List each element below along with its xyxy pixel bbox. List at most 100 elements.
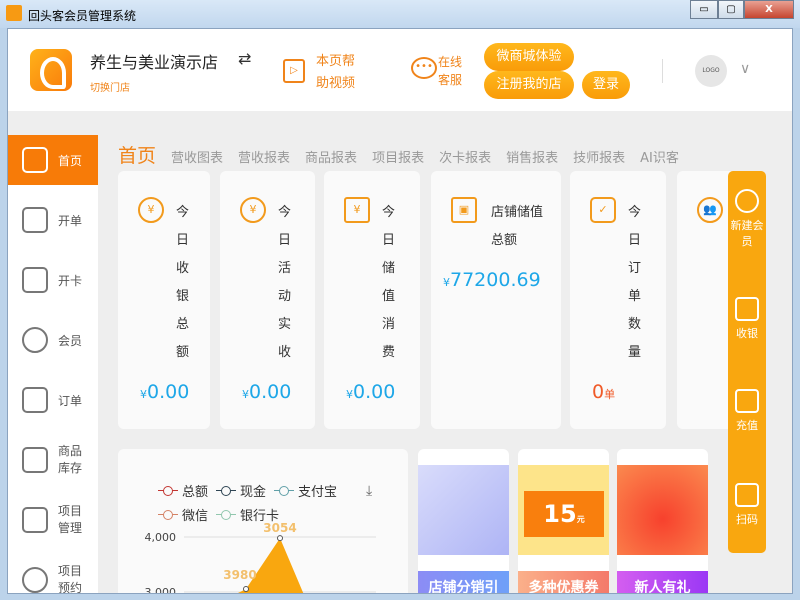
cashier-button[interactable]: 收银 bbox=[728, 297, 766, 341]
sidebar-item-label: 会员 bbox=[58, 333, 83, 348]
avatar[interactable]: LOGO bbox=[695, 55, 727, 87]
quick-action-bar: 新建会员 收银 充值 扫码 bbox=[728, 171, 766, 553]
sidebar-item-orders[interactable]: 订单 bbox=[8, 375, 98, 425]
tab-technician-report[interactable]: 技师报表 bbox=[573, 147, 625, 166]
tab-home[interactable]: 首页 bbox=[118, 141, 156, 168]
chevron-down-icon[interactable]: ∨ bbox=[740, 61, 750, 77]
tab-revenue-report[interactable]: 营收报表 bbox=[238, 147, 290, 166]
box-icon bbox=[22, 447, 48, 473]
stat-label: 今日收银总额 bbox=[176, 205, 190, 360]
chat-icon[interactable]: ••• bbox=[411, 57, 437, 79]
tab-sales-report[interactable]: 销售报表 bbox=[506, 147, 558, 166]
grid-icon bbox=[22, 507, 48, 533]
stat-card: ¥ 今日收银总额 ¥0.00 bbox=[118, 171, 210, 429]
switch-store-link[interactable]: 切换门店 bbox=[90, 79, 130, 94]
sidebar-item-projects[interactable]: 项目管理 bbox=[8, 495, 98, 545]
order-icon: ✓ bbox=[590, 197, 616, 223]
tab-product-report[interactable]: 商品报表 bbox=[305, 147, 357, 166]
data-label: 3980 bbox=[223, 568, 256, 582]
promo-label: 店铺分销引 bbox=[418, 571, 509, 593]
clock-icon bbox=[22, 567, 48, 593]
data-label: 3054 bbox=[263, 521, 296, 535]
coin-icon: ¥ bbox=[138, 197, 164, 223]
scan-button[interactable]: 扫码 bbox=[728, 483, 766, 527]
stat-value: 0单 bbox=[592, 381, 616, 403]
wechat-mall-button[interactable]: 微商城体验 bbox=[484, 43, 574, 71]
report-tabs: 首页 营收图表 营收报表 商品报表 项目报表 次卡报表 销售报表 技师报表 AI… bbox=[118, 141, 694, 168]
new-member-label: 新建会员 bbox=[730, 219, 764, 248]
card-icon bbox=[22, 267, 48, 293]
stat-value: ¥0.00 bbox=[140, 381, 190, 403]
promo-image: 15元 bbox=[518, 465, 609, 555]
data-point bbox=[243, 586, 249, 593]
stat-card: ¥ 今日活动实收 ¥0.00 bbox=[220, 171, 315, 429]
y-tick-label: 3,000 bbox=[145, 586, 177, 594]
sidebar-item-order[interactable]: 开单 bbox=[8, 195, 98, 245]
app-icon bbox=[6, 5, 22, 21]
stat-label: 今日储值消费 bbox=[382, 205, 396, 360]
promo-image bbox=[418, 465, 509, 555]
promo-card-distribution[interactable]: 店铺分销引 bbox=[418, 449, 509, 593]
stat-label: 今日订单数量 bbox=[628, 205, 642, 360]
sidebar-item-label: 开卡 bbox=[58, 273, 83, 288]
recharge-label: 充值 bbox=[736, 419, 758, 432]
window-title: 回头客会员管理系统 bbox=[28, 9, 137, 23]
tab-project-report[interactable]: 项目报表 bbox=[372, 147, 424, 166]
promo-card-newcomer-gift[interactable]: 新人有礼 bbox=[617, 449, 708, 593]
sidebar-item-member[interactable]: 会员 bbox=[8, 315, 98, 365]
wallet-icon bbox=[735, 389, 759, 413]
stat-value: ¥0.00 bbox=[346, 381, 396, 403]
stat-card: ¥ 今日储值消费 ¥0.00 bbox=[324, 171, 420, 429]
online-service-link[interactable]: 在线客服 bbox=[438, 53, 468, 89]
tab-card-report[interactable]: 次卡报表 bbox=[439, 147, 491, 166]
sidebar: 首页 开单 开卡 会员 订单 商品库存 项目管理 项目预约 bbox=[8, 135, 98, 593]
app-window: 养生与美业演示店 ⇄ 切换门店 ▷ 本页帮助视频 ••• 在线客服 微商城体验 … bbox=[7, 28, 793, 594]
sidebar-item-label: 订单 bbox=[58, 393, 83, 408]
header: 养生与美业演示店 ⇄ 切换门店 ▷ 本页帮助视频 ••• 在线客服 微商城体验 … bbox=[8, 29, 792, 111]
sidebar-item-home[interactable]: 首页 bbox=[8, 135, 98, 185]
title-bar: 回头客会员管理系统 ▭ ▢ X bbox=[0, 0, 800, 28]
tab-ai-customer[interactable]: AI识客 bbox=[640, 147, 679, 166]
divider bbox=[662, 59, 663, 83]
data-point bbox=[277, 535, 283, 542]
revenue-chart: 总额 现金 支付宝 微信 银行卡 ⤓ 4,000 3,000 3980 3054 bbox=[118, 449, 408, 594]
stat-label: 店铺储值总额 bbox=[491, 205, 544, 248]
video-icon[interactable]: ▷ bbox=[283, 59, 305, 83]
bag-icon bbox=[22, 207, 48, 233]
stat-value: ¥0.00 bbox=[242, 381, 292, 403]
register-button[interactable]: 注册我的店 bbox=[484, 71, 574, 99]
sidebar-item-label: 商品库存 bbox=[58, 444, 83, 475]
gift-icon: ▣ bbox=[451, 197, 477, 223]
new-member-button[interactable]: 新建会员 bbox=[728, 189, 766, 249]
stat-card: ✓ 今日订单数量 0单 bbox=[570, 171, 666, 429]
area-series bbox=[238, 538, 304, 593]
add-user-icon bbox=[735, 189, 759, 213]
maximize-button[interactable]: ▢ bbox=[718, 0, 744, 19]
sidebar-item-label: 项目管理 bbox=[58, 504, 83, 535]
coupon-badge: 15元 bbox=[524, 491, 604, 537]
users-icon: 👥 bbox=[697, 197, 723, 223]
app-logo bbox=[30, 49, 72, 91]
close-button[interactable]: X bbox=[744, 0, 794, 19]
y-tick-label: 4,000 bbox=[145, 531, 177, 544]
recharge-button[interactable]: 充值 bbox=[728, 389, 766, 433]
chart-plot: 4,000 3,000 3980 3054 bbox=[145, 521, 376, 594]
sidebar-item-booking[interactable]: 项目预约 bbox=[8, 555, 98, 593]
minimize-button[interactable]: ▭ bbox=[690, 0, 718, 19]
cashier-label: 收银 bbox=[736, 327, 758, 340]
stat-card: ▣ 店铺储值总额 ¥77200.69 bbox=[431, 171, 561, 429]
user-icon bbox=[22, 327, 48, 353]
document-icon bbox=[22, 387, 48, 413]
sidebar-item-label: 开单 bbox=[58, 213, 83, 228]
login-button[interactable]: 登录 bbox=[582, 71, 630, 99]
stat-label: 今日活动实收 bbox=[278, 205, 292, 360]
help-video-link[interactable]: 本页帮助视频 bbox=[316, 51, 366, 95]
scan-label: 扫码 bbox=[736, 513, 758, 526]
home-icon bbox=[22, 147, 48, 173]
tab-revenue-chart[interactable]: 营收图表 bbox=[171, 147, 223, 166]
sidebar-item-inventory[interactable]: 商品库存 bbox=[8, 435, 98, 485]
swap-icon[interactable]: ⇄ bbox=[238, 49, 251, 68]
promo-card-coupons[interactable]: 15元 多种优惠券 bbox=[518, 449, 609, 593]
sidebar-item-card[interactable]: 开卡 bbox=[8, 255, 98, 305]
promo-label: 新人有礼 bbox=[617, 571, 708, 593]
